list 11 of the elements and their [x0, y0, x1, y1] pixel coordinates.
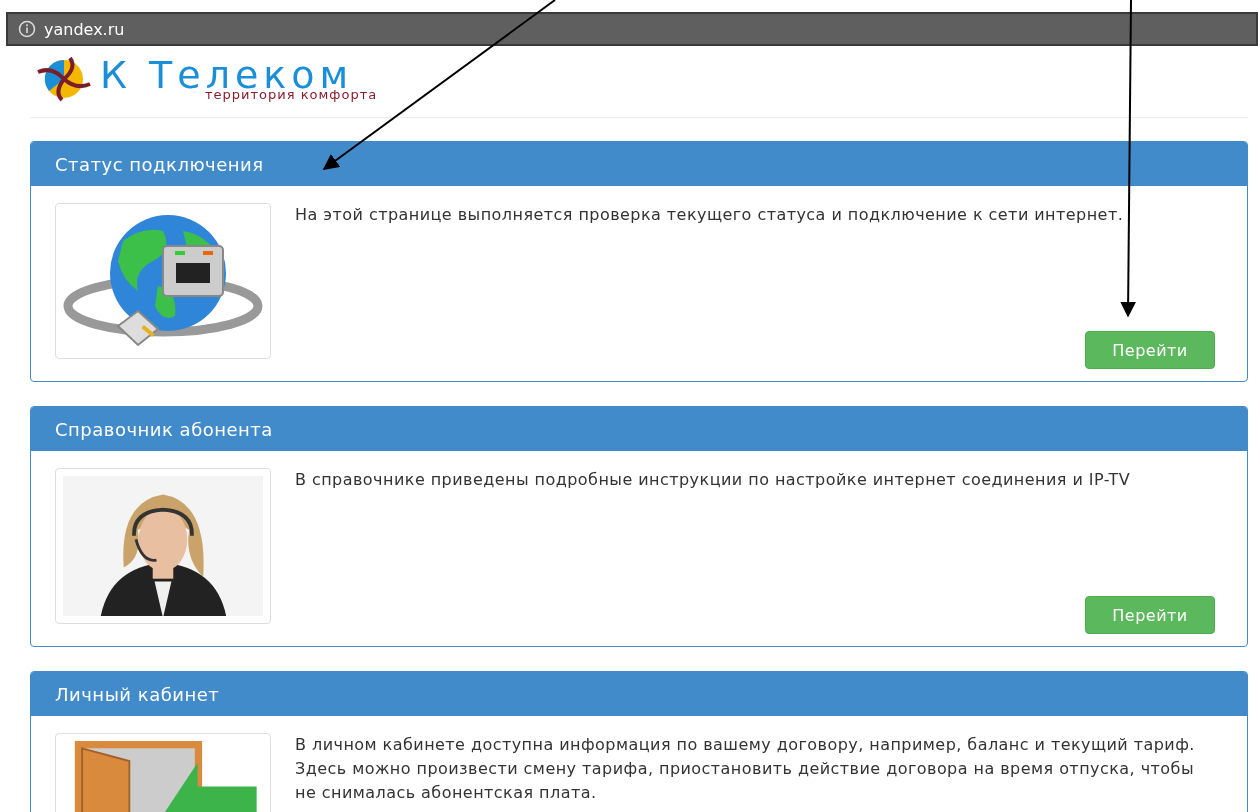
panel-description: В справочнике приведены подробные инструкции по настройке интернет соединения и IP-TV	[295, 469, 1132, 491]
url-text: yandex.ru	[44, 19, 125, 39]
address-bar[interactable]: yandex.ru	[6, 12, 1258, 46]
panel-description: На этой странице выполняется проверка текущего статуса и подключение к сети интернет.	[295, 204, 1125, 226]
panel-title: Справочник абонента	[55, 418, 273, 440]
go-button[interactable]: Перейти	[1085, 331, 1215, 369]
panel-title: Личный кабинет	[55, 683, 220, 705]
panel-title: Статус подключения	[55, 153, 264, 175]
panel-description: В личном кабинете доступна информация по вашему договору, например, баланс и текущий тариф. Здесь можно произвести смену тарифа, приостановить действие договора на время отпуска, чтобы не снималась абонентская плата.	[295, 734, 1196, 804]
go-button[interactable]: Перейти	[1085, 596, 1215, 634]
info-icon	[18, 20, 36, 38]
